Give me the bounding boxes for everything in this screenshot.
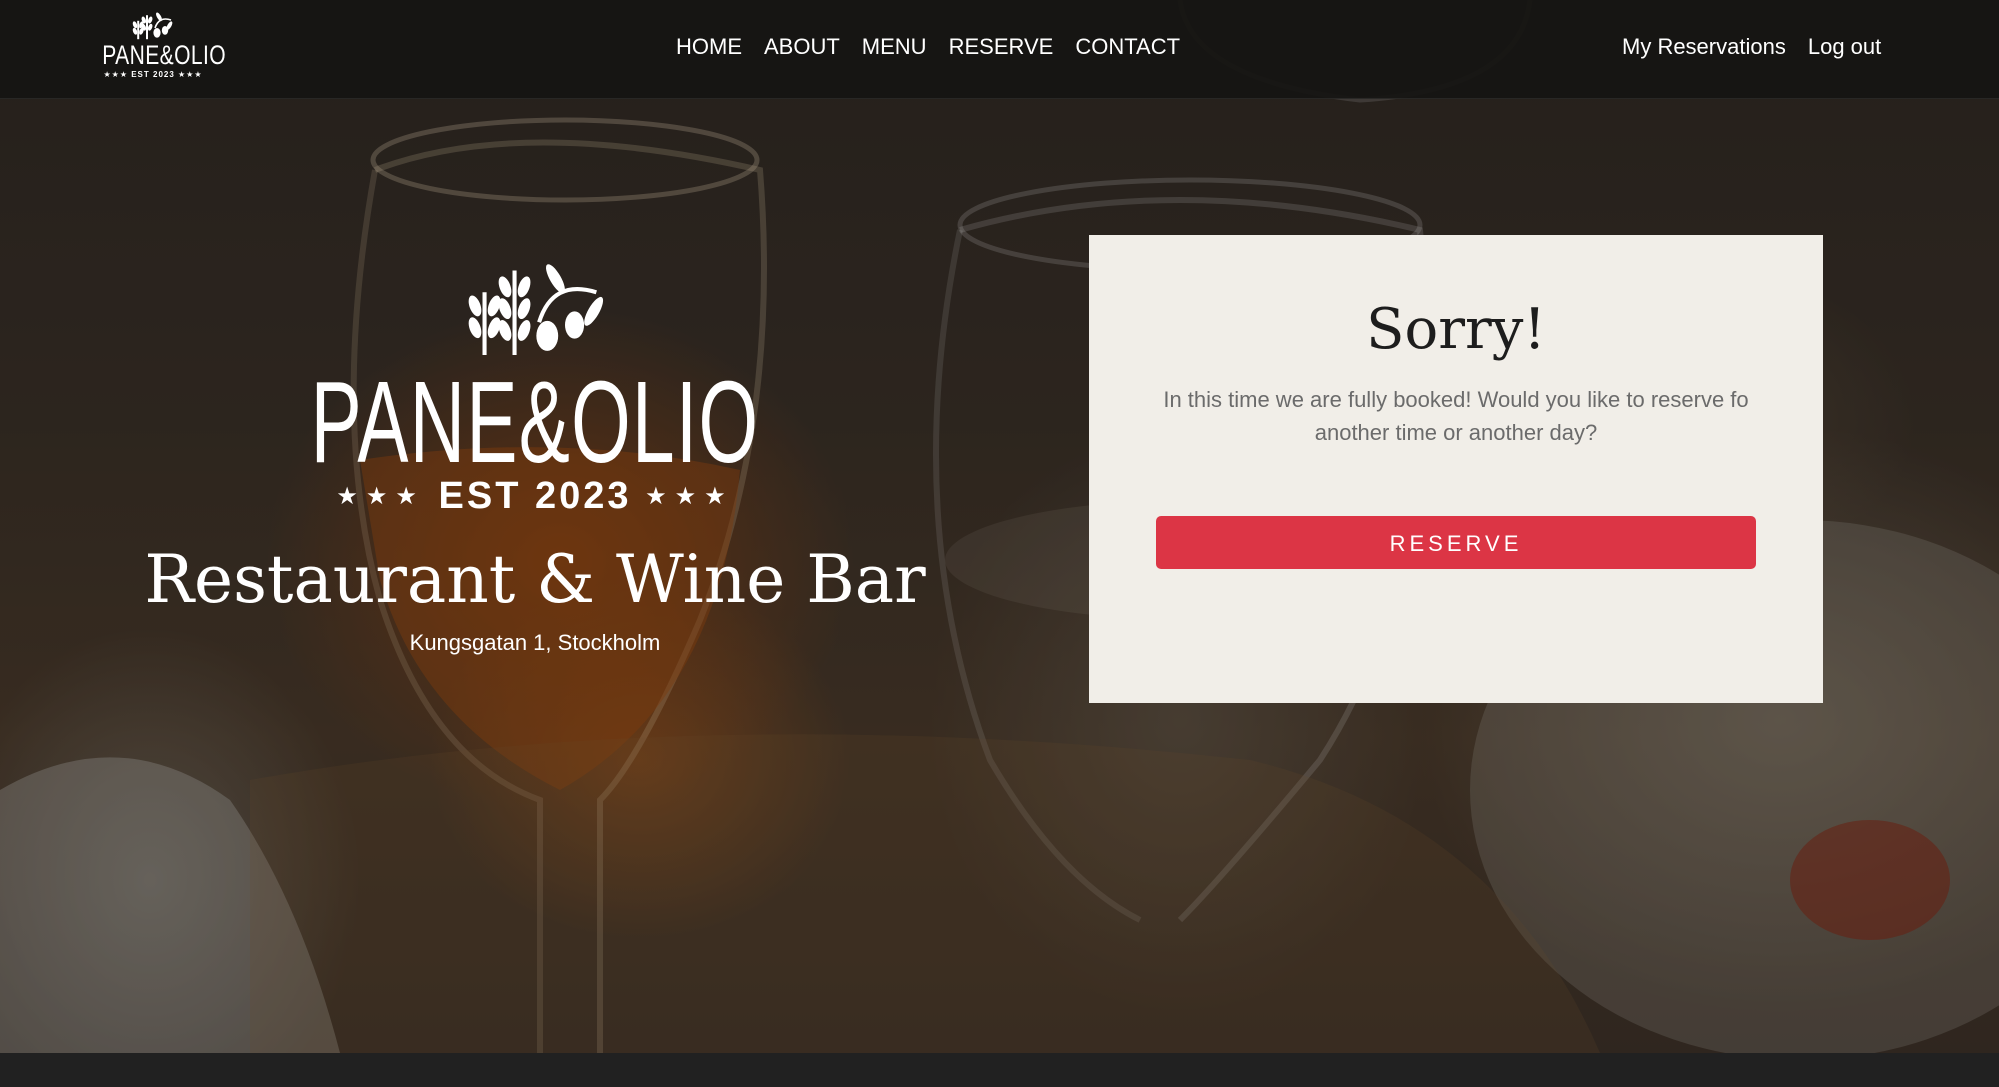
- stars-left: ★★★: [336, 483, 425, 510]
- card-message: In this time we are fully booked! Would …: [1163, 387, 1749, 445]
- nav-link-about[interactable]: ABOUT: [753, 30, 851, 64]
- olive-branch-logo-icon: [132, 12, 173, 40]
- footer-bar: [0, 1053, 1999, 1087]
- nav-logo-est: ★★★ EST 2023 ★★★: [103, 70, 203, 79]
- olive-branch-icon: [468, 264, 604, 355]
- navbar: PANE&OLIO ★★★ EST 2023 ★★★ HOME ABOUT ME…: [0, 0, 1999, 99]
- nav-logo-wordmark: PANE&OLIO: [102, 40, 226, 70]
- account-nav: My Reservations Log out: [1611, 30, 1892, 64]
- main-nav: HOME ABOUT MENU RESERVE CONTACT: [665, 30, 1191, 64]
- reserve-button[interactable]: RESERVE: [1156, 516, 1756, 569]
- page: PANE&OLIO ★★★ EST 2023 ★★★ HOME ABOUT ME…: [0, 0, 1999, 1087]
- nav-link-my-reservations[interactable]: My Reservations: [1611, 30, 1797, 64]
- hero-address: Kungsgatan 1, Stockholm: [409, 630, 661, 655]
- nav-logo[interactable]: PANE&OLIO ★★★ EST 2023 ★★★: [88, 8, 226, 86]
- nav-link-reserve[interactable]: RESERVE: [938, 30, 1065, 64]
- hero-brand-wordmark: PANE&OLIO: [310, 357, 760, 487]
- nav-link-logout[interactable]: Log out: [1797, 30, 1892, 64]
- nav-link-home[interactable]: HOME: [665, 30, 753, 64]
- nav-link-contact[interactable]: CONTACT: [1064, 30, 1191, 64]
- fully-booked-card: Sorry! In this time we are fully booked!…: [1089, 235, 1823, 703]
- card-title: Sorry!: [1366, 297, 1546, 362]
- stars-right: ★★★: [645, 483, 734, 510]
- hero-brand-logo: PANE&OLIO ★★★ EST 2023 ★★★: [140, 260, 930, 519]
- nav-link-menu[interactable]: MENU: [851, 30, 938, 64]
- hero-tagline: Restaurant & Wine Bar: [144, 541, 926, 618]
